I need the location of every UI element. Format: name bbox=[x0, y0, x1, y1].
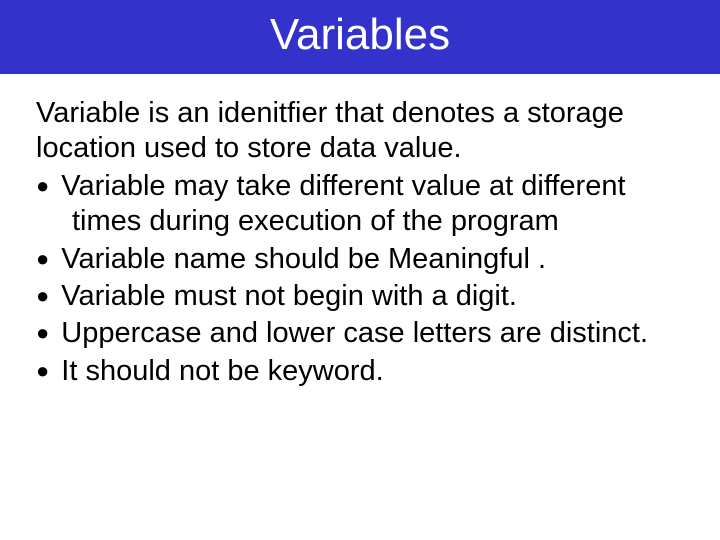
list-item: Uppercase and lower case letters are dis… bbox=[36, 316, 696, 351]
intro-text: Variable is an idenitfier that denotes a… bbox=[30, 96, 696, 167]
list-item: Variable must not begin with a digit. bbox=[36, 279, 696, 314]
bullet-list: Variable may take different value at dif… bbox=[30, 169, 696, 389]
list-item: It should not be keyword. bbox=[36, 354, 696, 389]
slide-content: Variable is an idenitfier that denotes a… bbox=[0, 74, 720, 389]
list-item: Variable name should be Meaningful . bbox=[36, 242, 696, 277]
slide-title: Variables bbox=[270, 10, 450, 59]
list-item: Variable may take different value at dif… bbox=[36, 169, 696, 240]
title-bar: Variables bbox=[0, 0, 720, 74]
